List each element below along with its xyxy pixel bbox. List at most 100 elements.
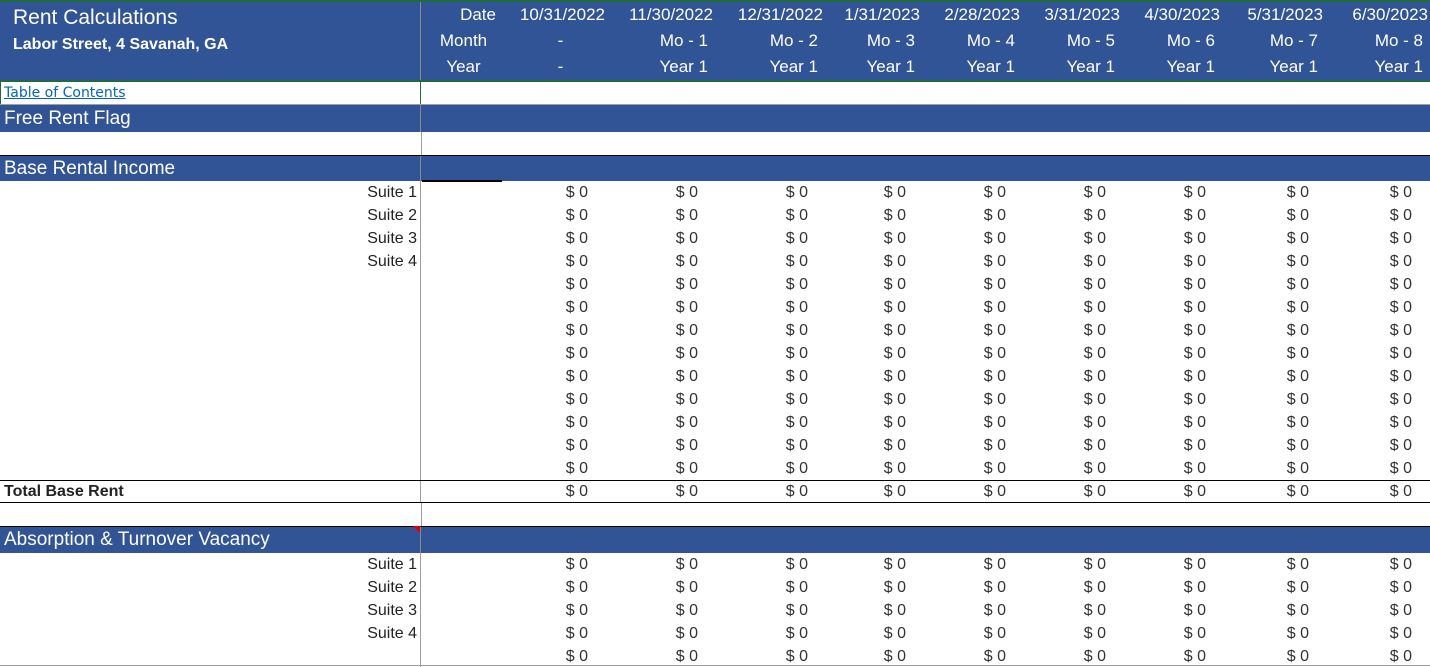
value-cell[interactable]: $ 0 (701, 645, 811, 667)
value-cell[interactable]: $ 0 (1209, 273, 1312, 296)
value-cell[interactable]: $ 0 (1312, 273, 1415, 296)
value-cell[interactable]: $ 0 (1109, 181, 1209, 204)
value-cell[interactable]: $ 0 (591, 553, 701, 576)
value-cell[interactable]: $ 0 (701, 319, 811, 342)
value-cell[interactable]: $ 0 (421, 273, 591, 296)
section-title[interactable]: Free Rent Flag (0, 105, 421, 132)
row-label[interactable]: Total Base Rent (0, 481, 421, 502)
value-cell[interactable]: $ 0 (1209, 553, 1312, 576)
value-cell[interactable]: $ 0 (591, 181, 701, 204)
suite-label[interactable]: Suite 4 (0, 622, 421, 645)
value-cell[interactable]: $ 0 (909, 365, 1009, 388)
value-cell[interactable]: $ 0 (701, 481, 811, 502)
value-cell[interactable]: $ 0 (591, 319, 701, 342)
value-cell[interactable]: $ 0 (421, 622, 591, 645)
value-cell[interactable]: $ 0 (909, 273, 1009, 296)
value-cell[interactable]: $ 0 (1109, 388, 1209, 411)
value-cell[interactable]: $ 0 (811, 599, 909, 622)
value-cell[interactable]: $ 0 (421, 434, 591, 457)
suite-label[interactable] (0, 457, 421, 480)
date-cell[interactable]: 6/30/2023 (1326, 5, 1430, 25)
value-cell[interactable]: $ 0 (909, 411, 1009, 434)
value-cell[interactable]: $ 0 (1312, 457, 1415, 480)
value-cell[interactable]: $ 0 (1209, 622, 1312, 645)
value-cell[interactable]: $ 0 (421, 481, 591, 502)
value-cell[interactable]: $ 0 (1009, 250, 1109, 273)
value-cell[interactable]: $ 0 (591, 365, 701, 388)
suite-label[interactable] (0, 645, 421, 667)
date-cell[interactable]: 3/31/2023 (1023, 5, 1123, 25)
value-cell[interactable]: $ 0 (811, 319, 909, 342)
value-cell[interactable]: $ 0 (1009, 319, 1109, 342)
value-cell[interactable]: $ 0 (1312, 388, 1415, 411)
value-cell[interactable]: $ 0 (909, 388, 1009, 411)
value-cell[interactable]: $ 0 (811, 296, 909, 319)
value-cell[interactable]: $ 0 (909, 553, 1009, 576)
value-cell[interactable]: $ 0 (909, 296, 1009, 319)
value-cell[interactable]: $ 0 (1009, 457, 1109, 480)
value-cell[interactable]: $ 0 (1109, 342, 1209, 365)
value-cell[interactable]: $ 0 (591, 296, 701, 319)
value-cell[interactable]: $ 0 (591, 388, 701, 411)
value-cell[interactable]: $ 0 (701, 296, 811, 319)
value-cell[interactable]: $ 0 (591, 342, 701, 365)
value-cell[interactable]: $ 0 (1109, 645, 1209, 667)
value-cell[interactable]: $ 0 (421, 365, 591, 388)
value-cell[interactable]: $ 0 (701, 365, 811, 388)
month-cell[interactable]: Mo - 3 (821, 31, 918, 51)
value-cell[interactable]: $ 0 (1109, 553, 1209, 576)
date-cell[interactable]: 4/30/2023 (1123, 5, 1223, 25)
value-cell[interactable]: $ 0 (421, 204, 591, 227)
value-cell[interactable]: $ 0 (421, 250, 591, 273)
value-cell[interactable]: $ 0 (1312, 319, 1415, 342)
value-cell[interactable]: $ 0 (1009, 599, 1109, 622)
value-cell[interactable]: $ 0 (909, 342, 1009, 365)
value-cell[interactable]: $ 0 (1312, 411, 1415, 434)
value-cell[interactable]: $ 0 (701, 457, 811, 480)
month-cell[interactable]: Mo - 7 (1218, 31, 1321, 51)
year-cell[interactable]: Year 1 (711, 57, 821, 77)
suite-label[interactable]: Suite 1 (0, 553, 421, 576)
value-cell[interactable]: $ 0 (1009, 434, 1109, 457)
value-cell[interactable]: $ 0 (909, 434, 1009, 457)
date-cell[interactable]: 2/28/2023 (923, 5, 1023, 25)
value-cell[interactable]: $ 0 (909, 204, 1009, 227)
value-cell[interactable]: $ 0 (1312, 434, 1415, 457)
comment-indicator-icon[interactable] (413, 526, 420, 533)
year-cell[interactable]: - (498, 57, 603, 77)
value-cell[interactable]: $ 0 (1209, 481, 1312, 502)
value-cell[interactable]: $ 0 (1009, 273, 1109, 296)
value-cell[interactable]: $ 0 (591, 599, 701, 622)
value-cell[interactable]: $ 0 (591, 227, 701, 250)
value-cell[interactable]: $ 0 (811, 250, 909, 273)
value-cell[interactable]: $ 0 (909, 481, 1009, 502)
value-cell[interactable]: $ 0 (1312, 227, 1415, 250)
date-cell[interactable]: 12/31/2022 (716, 5, 826, 25)
value-cell[interactable]: $ 0 (701, 342, 811, 365)
value-cell[interactable]: $ 0 (421, 576, 591, 599)
suite-label[interactable] (0, 319, 421, 342)
value-cell[interactable]: $ 0 (591, 457, 701, 480)
date-cell[interactable]: 10/31/2022 (498, 5, 608, 25)
value-cell[interactable]: $ 0 (591, 645, 701, 667)
suite-label[interactable]: Suite 2 (0, 576, 421, 599)
value-cell[interactable]: $ 0 (1109, 319, 1209, 342)
value-cell[interactable]: $ 0 (811, 365, 909, 388)
value-cell[interactable]: $ 0 (1109, 481, 1209, 502)
value-cell[interactable]: $ 0 (1109, 622, 1209, 645)
value-cell[interactable]: $ 0 (1209, 599, 1312, 622)
value-cell[interactable]: $ 0 (811, 434, 909, 457)
month-cell[interactable]: Mo - 8 (1321, 31, 1426, 51)
value-cell[interactable]: $ 0 (1209, 204, 1312, 227)
value-cell[interactable]: $ 0 (811, 342, 909, 365)
value-cell[interactable]: $ 0 (1009, 181, 1109, 204)
value-cell[interactable]: $ 0 (1009, 481, 1109, 502)
value-cell[interactable]: $ 0 (1209, 319, 1312, 342)
value-cell[interactable]: $ 0 (421, 599, 591, 622)
value-cell[interactable]: $ 0 (591, 481, 701, 502)
value-cell[interactable]: $ 0 (1109, 434, 1209, 457)
value-cell[interactable]: $ 0 (909, 457, 1009, 480)
value-cell[interactable]: $ 0 (811, 181, 909, 204)
value-cell[interactable]: $ 0 (421, 296, 591, 319)
value-cell[interactable]: $ 0 (1009, 622, 1109, 645)
